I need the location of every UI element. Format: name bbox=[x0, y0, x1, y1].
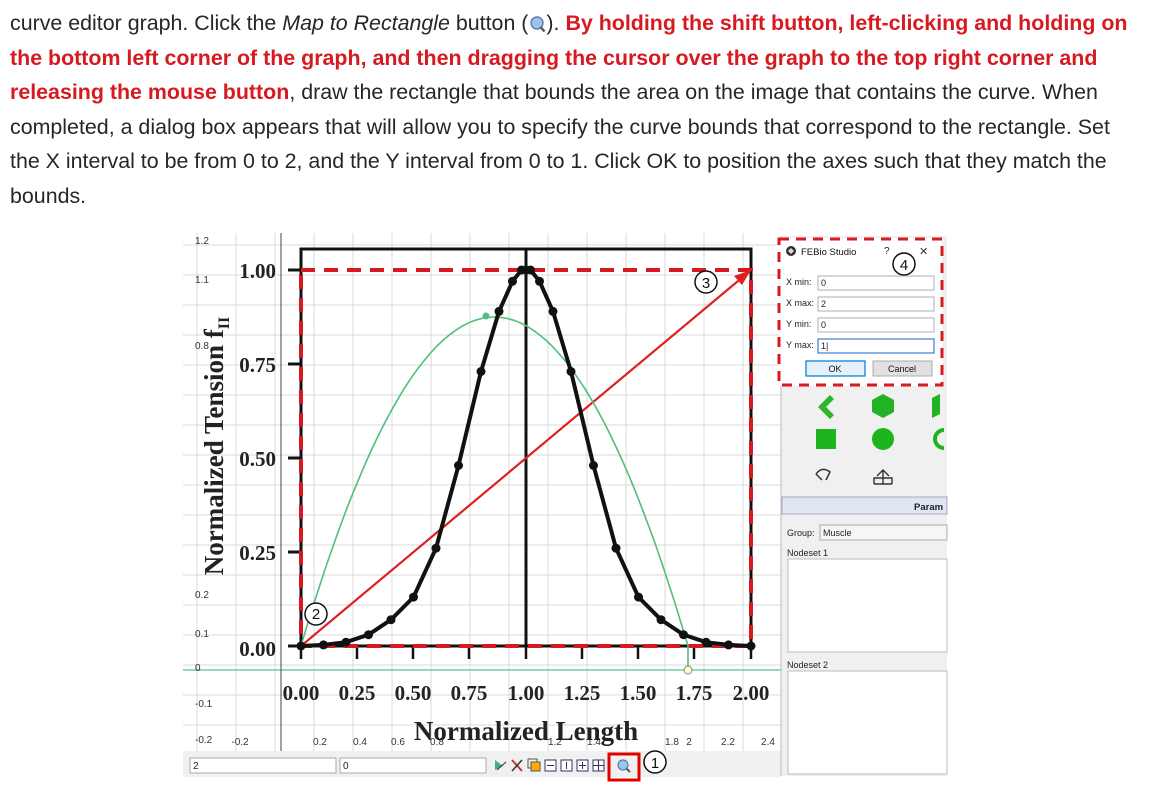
grid-icon[interactable] bbox=[592, 759, 605, 772]
editor-y-tick-label: 0 bbox=[195, 663, 201, 674]
xmin-field[interactable] bbox=[817, 275, 935, 291]
editor-x-tick-label: 0.4 bbox=[353, 737, 367, 748]
zoom-fit-icon[interactable] bbox=[576, 759, 589, 772]
data-point bbox=[364, 630, 373, 640]
data-point bbox=[724, 640, 733, 650]
zoom-width-icon[interactable] bbox=[544, 759, 557, 772]
nodeset2-list[interactable] bbox=[787, 670, 948, 775]
editor-x-tick-label: 0.6 bbox=[391, 737, 405, 748]
data-point bbox=[746, 641, 756, 651]
y-tick-label: 0.50 bbox=[239, 447, 276, 471]
x-tick-label: 0.25 bbox=[339, 681, 376, 705]
data-point bbox=[296, 641, 306, 651]
x-tick-label: 1.50 bbox=[620, 681, 657, 705]
data-point bbox=[476, 367, 486, 376]
curve-point bbox=[482, 312, 490, 320]
cancel-button-label: Cancel bbox=[888, 364, 916, 374]
data-point bbox=[548, 306, 558, 316]
data-point bbox=[431, 543, 441, 553]
data-point bbox=[535, 276, 544, 286]
editor-y-tick-label: -0.1 bbox=[195, 699, 213, 710]
callout-4-label: 4 bbox=[900, 257, 908, 274]
callout-1-label: 1 bbox=[651, 755, 659, 772]
callout-3-label: 3 bbox=[702, 275, 710, 292]
data-point bbox=[634, 592, 643, 602]
y-axis-label: Normalized Tension fII bbox=[199, 317, 233, 575]
editor-y-tick-label: 0.2 bbox=[195, 590, 209, 601]
y-value-field[interactable] bbox=[339, 757, 487, 774]
x-tick-label: 2.00 bbox=[733, 681, 770, 705]
data-point bbox=[679, 630, 688, 640]
xmin-value: 0 bbox=[821, 278, 826, 288]
group-label: Group: bbox=[787, 528, 815, 538]
callout-2-label: 2 bbox=[312, 606, 320, 623]
data-point bbox=[526, 265, 535, 275]
editor-x-tick-label: -0.2 bbox=[231, 737, 249, 748]
x-axis-label: Normalized Length bbox=[414, 716, 638, 746]
data-point bbox=[566, 367, 576, 376]
zoom-height-icon[interactable] bbox=[560, 759, 573, 772]
dialog-close-button[interactable]: ✕ bbox=[919, 246, 928, 258]
data-point bbox=[454, 461, 463, 470]
y-tick-label: 0.25 bbox=[239, 541, 276, 565]
data-point bbox=[409, 592, 418, 602]
x-tick-label: 1.25 bbox=[564, 681, 601, 705]
nodeset2-label: Nodeset 2 bbox=[787, 660, 828, 670]
editor-y-tick-label: 1.1 bbox=[195, 275, 209, 286]
x-value-field[interactable] bbox=[189, 757, 337, 774]
data-point bbox=[341, 637, 351, 647]
params-header-label: Param bbox=[914, 502, 943, 513]
x-tick-label: 0.50 bbox=[395, 681, 432, 705]
nodeset1-list[interactable] bbox=[787, 558, 948, 653]
editor-x-tick-label: 2.2 bbox=[721, 737, 735, 748]
febio-logo-icon bbox=[786, 246, 796, 256]
ymin-value: 0 bbox=[821, 320, 826, 330]
data-point bbox=[701, 637, 711, 647]
editor-y-tick-label: 1.2 bbox=[195, 236, 209, 247]
y-tick-label: 0.00 bbox=[239, 637, 276, 661]
ymin-label: Y min: bbox=[786, 319, 811, 329]
bounds-dialog: FEBio Studio ? ✕ 4 X min: 0 X max: 2 Y m… bbox=[777, 237, 944, 387]
y-tick-label: 1.00 bbox=[239, 259, 276, 283]
x-tick-label: 0.75 bbox=[451, 681, 488, 705]
editor-y-tick-label: -0.2 bbox=[195, 735, 213, 746]
data-point bbox=[319, 640, 328, 650]
prism-shape-icon[interactable] bbox=[932, 394, 940, 418]
ymax-label: Y max: bbox=[786, 340, 814, 350]
ok-button-label: OK bbox=[828, 364, 841, 374]
y-tick-label: 0.75 bbox=[239, 353, 276, 377]
xmin-label: X min: bbox=[786, 277, 812, 287]
curve-point bbox=[683, 665, 693, 675]
data-point bbox=[611, 543, 621, 553]
curve-editor-screenshot: 1.21.10.80.20.10-0.1-0.2 -0.2 0.2 0.4 0.6 0.… bbox=[183, 233, 948, 782]
xmax-label: X max: bbox=[786, 298, 814, 308]
square-shape-icon[interactable] bbox=[816, 429, 836, 449]
editor-y-tick-label: 0.1 bbox=[195, 629, 209, 640]
xmax-field[interactable] bbox=[817, 296, 935, 312]
xmax-value: 2 bbox=[821, 299, 826, 309]
circle-shape-icon[interactable] bbox=[872, 428, 894, 450]
editor-x-tick-label: 0.2 bbox=[313, 737, 327, 748]
y-value-text: 0 bbox=[343, 761, 349, 772]
ymin-field[interactable] bbox=[817, 317, 935, 333]
dialog-help-button[interactable]: ? bbox=[884, 246, 890, 257]
editor-x-tick-label: 2 bbox=[686, 737, 692, 748]
dialog-title: FEBio Studio bbox=[801, 247, 856, 258]
data-point bbox=[589, 461, 598, 470]
editor-plot-area bbox=[183, 233, 781, 751]
data-point bbox=[508, 276, 517, 286]
ymax-value: 1| bbox=[821, 341, 828, 351]
x-tick-label: 1.00 bbox=[508, 681, 545, 705]
x-tick-label: 0.00 bbox=[283, 681, 320, 705]
group-value: Muscle bbox=[823, 528, 852, 538]
data-point bbox=[494, 306, 504, 316]
data-point bbox=[656, 615, 666, 625]
x-value-text: 2 bbox=[193, 761, 199, 772]
editor-x-tick-label: 2.4 bbox=[761, 737, 775, 748]
x-tick-label: 1.75 bbox=[676, 681, 713, 705]
editor-x-tick-label: 1.8 bbox=[665, 737, 679, 748]
data-point bbox=[386, 615, 396, 625]
nodeset1-label: Nodeset 1 bbox=[787, 548, 828, 558]
ymax-field[interactable] bbox=[817, 338, 935, 354]
